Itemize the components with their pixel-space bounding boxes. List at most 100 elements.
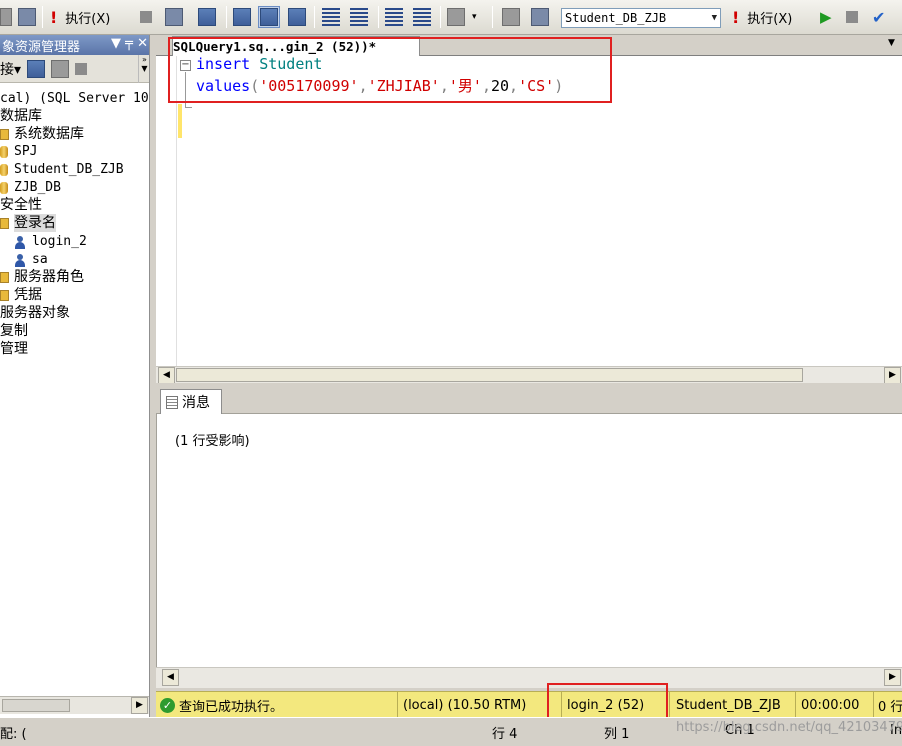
object-explorer-panel: 象资源管理器 ▼ ╤ ✕ 接▾ » ▼ cal) (SQL Server 10 数…: [0, 35, 150, 719]
scroll-left-icon[interactable]: ◀: [162, 669, 179, 686]
grid-check-icon[interactable]: [18, 6, 36, 28]
stop-icon: [140, 11, 152, 23]
uncomment-icon: [350, 8, 368, 26]
connection-icon: [531, 8, 549, 26]
specify-values-button[interactable]: [447, 6, 465, 28]
results-grid-icon: [260, 8, 278, 26]
scrollbar-thumb[interactable]: [176, 368, 803, 382]
parse-button[interactable]: [165, 6, 183, 28]
execute-button-2[interactable]: ! 执行(X): [732, 6, 792, 28]
template-icon: [447, 8, 465, 26]
execute-button[interactable]: ! 执行(X): [50, 6, 110, 28]
scroll-right-icon[interactable]: ▶: [884, 669, 901, 686]
tree-node-label: 管理: [0, 341, 28, 357]
database-select[interactable]: Student_DB_ZJB ▼: [561, 8, 721, 28]
disconnect-icon[interactable]: [51, 59, 70, 78]
tab-messages-label: 消息: [182, 395, 210, 411]
decrease-indent-button[interactable]: [385, 6, 403, 28]
debug-button[interactable]: ▶: [820, 6, 832, 28]
folder-icon: [0, 289, 9, 301]
user-icon: [14, 253, 26, 267]
toolbar-separator: [314, 6, 315, 28]
change-connection-button[interactable]: [531, 6, 549, 28]
status-line: 行 4: [492, 727, 518, 742]
scroll-left-icon[interactable]: ◀: [158, 367, 175, 384]
tree-node-credentials[interactable]: 凭据: [0, 286, 42, 304]
parse-check-button[interactable]: ✔: [872, 6, 885, 28]
query-options-button[interactable]: [502, 6, 520, 28]
user-icon: [14, 235, 26, 249]
tree-node-label: SPJ: [14, 144, 38, 159]
status-text: 查询已成功执行。: [179, 699, 284, 715]
toolbar-separator: [42, 6, 43, 28]
tree-node-label: Student_DB_ZJB: [14, 162, 124, 177]
parse-icon: [165, 8, 183, 26]
database-select-value: Student_DB_ZJB: [565, 11, 667, 25]
panel-controls[interactable]: ▼ ╤ ✕: [111, 36, 148, 54]
tab-list-dropdown-icon[interactable]: ▼: [888, 38, 895, 48]
scrollbar-thumb[interactable]: [2, 699, 70, 712]
results-hscrollbar[interactable]: ◀ ▶: [156, 667, 902, 688]
tree-node-system-databases[interactable]: 系统数据库: [0, 125, 84, 143]
tab-messages[interactable]: 消息: [160, 389, 222, 414]
display-plan-button[interactable]: [198, 6, 216, 28]
tree-node-sa[interactable]: sa: [14, 251, 48, 269]
outline-tick: [185, 107, 192, 108]
editor-hscrollbar[interactable]: ◀ ▶: [156, 366, 902, 384]
connect-icon[interactable]: [27, 59, 46, 78]
object-explorer-title: 象资源管理器: [2, 40, 81, 55]
status-column: 列 1: [604, 727, 630, 742]
database-icon: [0, 164, 8, 176]
overflow-chevron-icon[interactable]: » ▼: [138, 55, 149, 83]
scroll-right-icon[interactable]: ▶: [884, 367, 901, 384]
tree-node-management[interactable]: 管理: [0, 340, 28, 358]
results-text-icon: [233, 8, 251, 26]
tree-node-server[interactable]: cal) (SQL Server 10: [0, 90, 149, 108]
uncomment-button[interactable]: [350, 6, 368, 28]
tree-node-label: 安全性: [0, 197, 42, 213]
toolbar-overflow-button[interactable]: ▾: [472, 6, 477, 28]
checkmark-icon: ✔: [872, 7, 886, 27]
tree-node-replication[interactable]: 复制: [0, 322, 28, 340]
stop-button[interactable]: [140, 6, 152, 28]
stop-icon[interactable]: [75, 62, 88, 75]
cancel-query-button[interactable]: [846, 6, 858, 28]
tree-node-label: login_2: [32, 234, 87, 249]
tree-node-label: 系统数据库: [14, 126, 84, 142]
status-rows: 0 行: [873, 692, 902, 718]
status-elapsed-text: 00:00:00: [801, 697, 860, 713]
tree-node-login-2[interactable]: login_2: [14, 233, 87, 251]
increase-indent-button[interactable]: [413, 6, 431, 28]
tree-node-spj[interactable]: SPJ: [0, 143, 37, 161]
results-to-grid-button[interactable]: [258, 6, 280, 28]
tree-node-server-roles[interactable]: 服务器角色: [0, 268, 84, 286]
comment-button[interactable]: [322, 6, 340, 28]
results-to-text-button[interactable]: [233, 6, 251, 28]
outdent-icon: [385, 8, 403, 26]
tree-node-security[interactable]: 安全性: [0, 196, 42, 214]
tree-node-databases[interactable]: 数据库: [0, 107, 42, 125]
object-explorer-hscrollbar[interactable]: ▶: [0, 696, 149, 714]
status-query-result: ✓ 查询已成功执行。: [156, 692, 396, 718]
tree-node-logins[interactable]: 登录名: [0, 214, 56, 232]
folder-icon: [0, 217, 9, 229]
highlight-box-login: [547, 683, 668, 721]
scroll-right-icon[interactable]: ▶: [131, 697, 148, 714]
folder-icon: [0, 128, 9, 140]
change-marker: [178, 104, 182, 138]
tree-node-server-objects[interactable]: 服务器对象: [0, 304, 70, 322]
grid-icon: [502, 8, 520, 26]
toolbar-separator: [226, 6, 227, 28]
chevron-down-icon: ▼: [711, 13, 717, 23]
results-to-file-button[interactable]: [288, 6, 306, 28]
status-rows-text: 0 行: [878, 699, 902, 715]
status-database-text: Student_DB_ZJB: [676, 697, 781, 713]
tree-node-student-db[interactable]: Student_DB_ZJB: [0, 161, 124, 179]
tree-node-zjb-db[interactable]: ZJB_DB: [0, 179, 61, 197]
execute-icon: !: [50, 7, 58, 27]
toolbar-partial-icon[interactable]: [0, 6, 12, 28]
success-check-icon: ✓: [160, 697, 175, 713]
connect-button[interactable]: 接▾: [0, 59, 21, 79]
execute-icon: !: [732, 7, 740, 27]
execute-label: 执行(X): [747, 11, 793, 27]
